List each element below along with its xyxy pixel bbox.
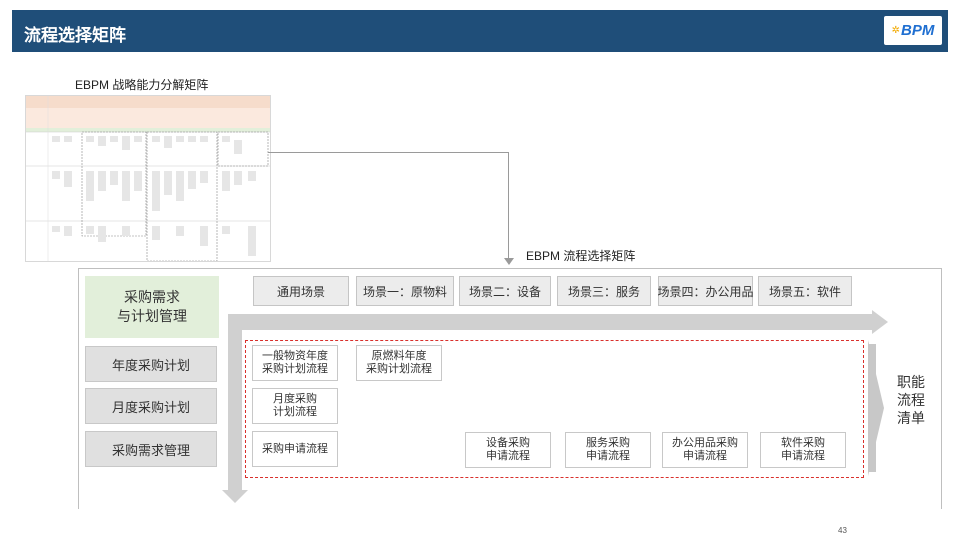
- process-equipment-request[interactable]: 设备采购 申请流程: [465, 432, 551, 468]
- connector-line-vertical: [508, 152, 509, 259]
- right-pointer-icon: [868, 340, 884, 476]
- process-line2: 申请流程: [486, 450, 530, 462]
- category-box: 采购需求 与计划管理: [85, 276, 219, 338]
- process-purchase-request[interactable]: 采购申请流程: [252, 431, 338, 467]
- process-line1: 月度采购: [273, 393, 317, 405]
- process-line1: 采购申请流程: [262, 442, 328, 455]
- process-raw-annual[interactable]: 原燃料年度 采购计划流程: [356, 345, 442, 381]
- process-line1: 设备采购: [486, 437, 530, 449]
- process-line1: 办公用品采购: [672, 437, 738, 449]
- page-number: 43: [838, 526, 847, 535]
- strategy-matrix-thumbnail[interactable]: [25, 95, 271, 262]
- process-line2: 采购计划流程: [366, 363, 432, 375]
- category-line1: 采购需求: [124, 289, 180, 305]
- process-line2: 申请流程: [683, 450, 727, 462]
- function-process-list-label: 职能 流程 清单: [897, 373, 925, 427]
- side-item-demand-mgmt[interactable]: 采购需求管理: [85, 431, 217, 467]
- process-line2: 申请流程: [781, 450, 825, 462]
- process-line2: 计划流程: [273, 406, 317, 418]
- scenario-software[interactable]: 场景五：软件: [758, 276, 852, 306]
- scenario-raw-material[interactable]: 场景一：原物料: [356, 276, 454, 306]
- scenario-service[interactable]: 场景三：服务: [557, 276, 651, 306]
- matrix-caption: EBPM 流程选择矩阵: [526, 249, 636, 263]
- logo: ✲ BPM: [884, 16, 942, 45]
- process-general-annual[interactable]: 一般物资年度 采购计划流程: [252, 345, 338, 381]
- process-service-request[interactable]: 服务采购 申请流程: [565, 432, 651, 468]
- process-line1: 一般物资年度: [262, 350, 328, 362]
- process-line2: 申请流程: [586, 450, 630, 462]
- thumbnail-caption: EBPM 战略能力分解矩阵: [75, 78, 209, 92]
- process-monthly[interactable]: 月度采购 计划流程: [252, 388, 338, 424]
- side-item-annual-plan[interactable]: 年度采购计划: [85, 346, 217, 382]
- matrix-thumbnail-image: [26, 96, 270, 261]
- horizontal-arrow: [230, 314, 872, 330]
- process-line1: 软件采购: [781, 437, 825, 449]
- process-office-request[interactable]: 办公用品采购 申请流程: [662, 432, 748, 468]
- header-bar: 流程选择矩阵 ✲ BPM: [12, 10, 948, 52]
- logo-text: BPM: [901, 22, 935, 39]
- process-software-request[interactable]: 软件采购 申请流程: [760, 432, 846, 468]
- logo-mark-icon: ✲: [891, 24, 901, 36]
- category-line2: 与计划管理: [117, 308, 187, 324]
- scenario-office-supplies[interactable]: 场景四：办公用品: [658, 276, 754, 306]
- process-line2: 采购计划流程: [262, 363, 328, 375]
- scenario-general[interactable]: 通用场景: [253, 276, 349, 306]
- func-line1: 职能: [897, 374, 925, 390]
- side-item-monthly-plan[interactable]: 月度采购计划: [85, 388, 217, 424]
- horizontal-arrowhead-icon: [872, 310, 888, 334]
- connector-line: [268, 152, 509, 153]
- func-line3: 清单: [897, 410, 925, 426]
- connector-arrow-icon: [504, 258, 514, 265]
- scenario-equipment[interactable]: 场景二：设备: [459, 276, 551, 306]
- process-line1: 原燃料年度: [371, 350, 427, 362]
- vertical-arrowhead-icon: [222, 490, 248, 503]
- func-line2: 流程: [897, 392, 925, 408]
- page-title: 流程选择矩阵: [24, 26, 126, 45]
- vertical-arrow: [228, 314, 242, 492]
- process-line1: 服务采购: [586, 437, 630, 449]
